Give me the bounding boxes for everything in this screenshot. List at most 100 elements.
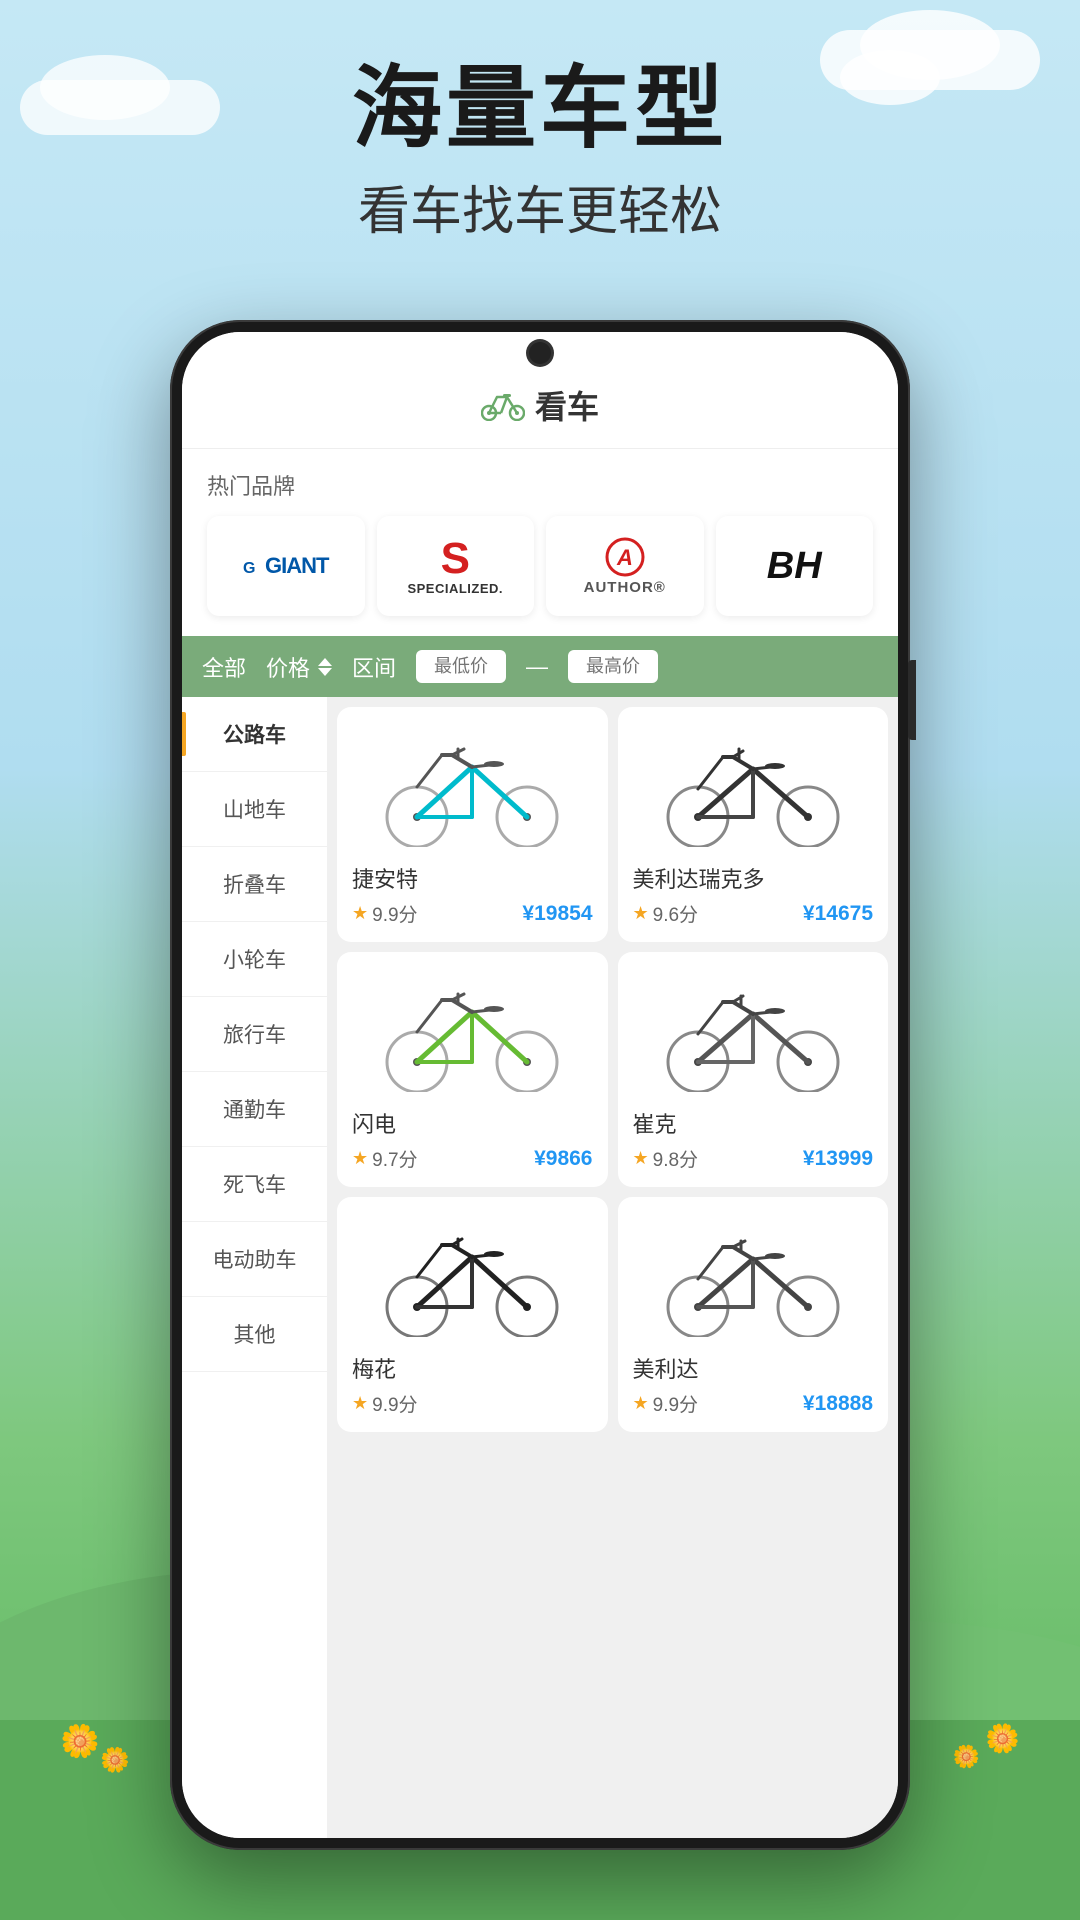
sidebar-item-other[interactable]: 其他 — [182, 1297, 327, 1372]
flower-3: 🌼 — [985, 1722, 1020, 1755]
product-rating-5: ★ 9.9分 — [352, 1390, 418, 1417]
product-card-4[interactable]: 崔克 ★ 9.8分 ¥13999 — [618, 952, 889, 1187]
flower-2: 🌼 — [100, 1746, 130, 1775]
filter-dash: — — [526, 654, 548, 680]
brand-card-bh[interactable]: BH — [716, 516, 874, 616]
filter-max-input[interactable] — [568, 650, 658, 683]
product-price-1: ¥19854 — [522, 902, 592, 926]
rating-value-2: 9.6分 — [653, 900, 698, 927]
brand-card-author[interactable]: A AUTHOR® — [546, 516, 704, 616]
star-icon-5: ★ — [352, 1393, 368, 1414]
sidebar-item-mountain[interactable]: 山地车 — [182, 772, 327, 847]
filter-price-group[interactable]: 价格 — [266, 651, 332, 683]
product-image-1 — [352, 722, 593, 852]
product-rp-4: ★ 9.8分 ¥13999 — [633, 1145, 874, 1172]
sidebar-item-electric[interactable]: 电动助车 — [182, 1222, 327, 1297]
giant-g-icon: G — [243, 557, 261, 575]
rating-value-4: 9.8分 — [653, 1145, 698, 1172]
sub-headline: 看车找车更轻松 — [0, 169, 1080, 244]
sidebar-item-touring[interactable]: 旅行车 — [182, 997, 327, 1072]
bh-logo-text: BH — [767, 545, 822, 588]
category-sidebar: 公路车 山地车 折叠车 小轮车 旅行车 通勤车 死飞车 — [182, 697, 327, 1838]
bike-image-2 — [653, 727, 853, 847]
sidebar-item-fixed-label: 死飞车 — [223, 1174, 286, 1197]
star-icon-4: ★ — [633, 1148, 649, 1169]
product-rating-1: ★ 9.9分 — [352, 900, 418, 927]
sidebar-item-fixed[interactable]: 死飞车 — [182, 1147, 327, 1222]
product-price-3: ¥9866 — [534, 1147, 592, 1171]
product-card-3[interactable]: 闪电 ★ 9.7分 ¥9866 — [337, 952, 608, 1187]
brand-card-specialized[interactable]: S SPECIALIZED. — [377, 516, 535, 616]
author-a-icon: A — [601, 537, 649, 577]
product-name-5: 梅花 — [352, 1352, 593, 1384]
sidebar-item-commute-label: 通勤车 — [223, 1099, 286, 1122]
products-area: 捷安特 ★ 9.9分 ¥19854 — [327, 697, 898, 1838]
star-icon-2: ★ — [633, 903, 649, 924]
product-rating-3: ★ 9.7分 — [352, 1145, 418, 1172]
svg-text:G: G — [243, 560, 255, 575]
filter-min-input[interactable] — [416, 650, 506, 683]
arrow-up-icon — [318, 658, 332, 666]
product-name-3: 闪电 — [352, 1107, 593, 1139]
sidebar-item-folding[interactable]: 折叠车 — [182, 847, 327, 922]
product-price-6: ¥18888 — [803, 1392, 873, 1416]
author-logo: A AUTHOR® — [584, 537, 666, 596]
product-image-3 — [352, 967, 593, 1097]
product-image-4 — [633, 967, 874, 1097]
product-image-2 — [633, 722, 874, 852]
header-section: 海量车型 看车找车更轻松 — [0, 60, 1080, 244]
product-price-2: ¥14675 — [803, 902, 873, 926]
rating-value-6: 9.9分 — [653, 1390, 698, 1417]
bike-image-4 — [653, 972, 853, 1092]
products-grid: 捷安特 ★ 9.9分 ¥19854 — [337, 707, 888, 1432]
brands-section: 热门品牌 G GIANT S SPECIALIZED. — [182, 449, 898, 636]
bike-image-6 — [653, 1217, 853, 1337]
sidebar-item-bmx-label: 小轮车 — [223, 949, 286, 972]
brand-card-giant[interactable]: G GIANT — [207, 516, 365, 616]
sidebar-item-electric-label: 电动助车 — [213, 1249, 297, 1272]
product-rating-6: ★ 9.9分 — [633, 1390, 699, 1417]
bike-logo-icon — [481, 389, 525, 421]
sidebar-item-mountain-label: 山地车 — [223, 799, 286, 822]
sidebar-item-other-label: 其他 — [234, 1324, 276, 1347]
phone-frame: 看车 热门品牌 G GIANT — [170, 320, 910, 1850]
sidebar-item-bmx[interactable]: 小轮车 — [182, 922, 327, 997]
product-name-1: 捷安特 — [352, 862, 593, 894]
product-name-6: 美利达 — [633, 1352, 874, 1384]
filter-range-label: 区间 — [352, 651, 396, 683]
giant-name: GIANT — [265, 553, 328, 579]
filter-price-label: 价格 — [266, 651, 310, 683]
product-price-4: ¥13999 — [803, 1147, 873, 1171]
sort-arrows — [318, 658, 332, 676]
sidebar-item-road-label: 公路车 — [223, 724, 286, 747]
side-button — [908, 660, 916, 740]
main-content: 公路车 山地车 折叠车 小轮车 旅行车 通勤车 死飞车 — [182, 697, 898, 1838]
bike-image-5 — [372, 1217, 572, 1337]
product-card-2[interactable]: 美利达瑞克多 ★ 9.6分 ¥14675 — [618, 707, 889, 942]
sidebar-item-touring-label: 旅行车 — [223, 1024, 286, 1047]
svg-text:A: A — [616, 545, 633, 570]
bike-image-1 — [372, 727, 572, 847]
author-text: AUTHOR® — [584, 579, 666, 596]
phone-screen: 看车 热门品牌 G GIANT — [182, 332, 898, 1838]
flower-4: 🌼 — [953, 1744, 980, 1770]
sidebar-item-road[interactable]: 公路车 — [182, 697, 327, 772]
product-card-5[interactable]: 梅花 ★ 9.9分 — [337, 1197, 608, 1432]
product-card-6[interactable]: 美利达 ★ 9.9分 ¥18888 — [618, 1197, 889, 1432]
star-icon-6: ★ — [633, 1393, 649, 1414]
specialized-logo: S SPECIALIZED. — [407, 537, 503, 596]
main-headline: 海量车型 — [0, 60, 1080, 159]
product-rp-3: ★ 9.7分 ¥9866 — [352, 1145, 593, 1172]
camera-dot — [529, 342, 551, 364]
sidebar-item-commute[interactable]: 通勤车 — [182, 1072, 327, 1147]
product-rp-1: ★ 9.9分 ¥19854 — [352, 900, 593, 927]
brands-grid: G GIANT S SPECIALIZED. — [207, 516, 873, 616]
rating-value-3: 9.7分 — [372, 1145, 417, 1172]
giant-logo: G GIANT — [243, 553, 328, 579]
product-image-5 — [352, 1212, 593, 1342]
product-card-1[interactable]: 捷安特 ★ 9.9分 ¥19854 — [337, 707, 608, 942]
app-logo: 看车 — [212, 382, 868, 428]
rating-value-5: 9.9分 — [372, 1390, 417, 1417]
filter-all[interactable]: 全部 — [202, 651, 246, 683]
star-icon-3: ★ — [352, 1148, 368, 1169]
